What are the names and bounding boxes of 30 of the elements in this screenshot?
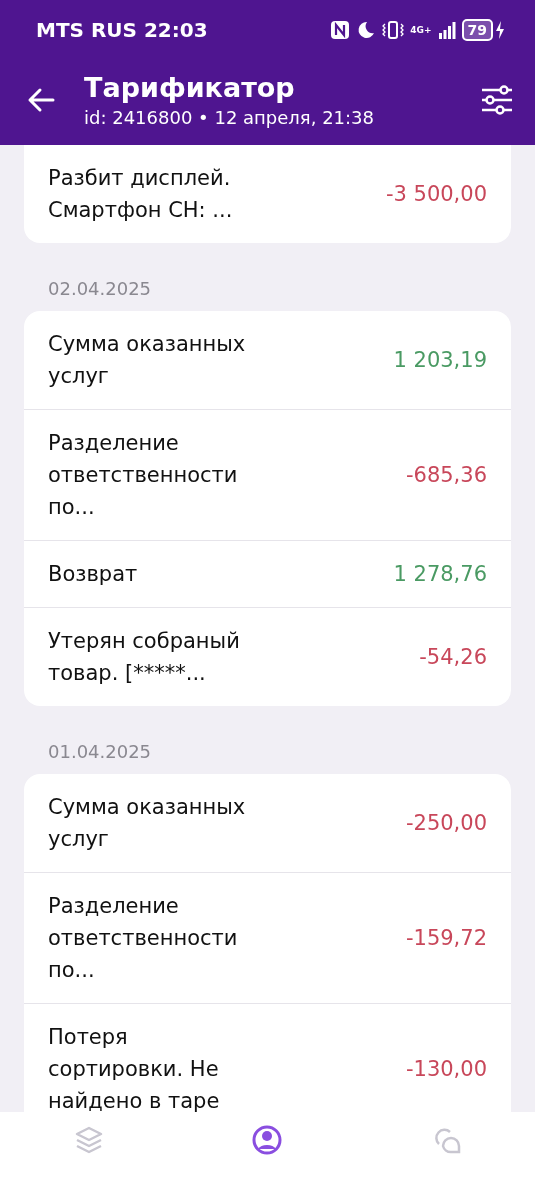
operation-title: Потеря сортировки. Не найдено в таре bbox=[48, 1024, 220, 1112]
operation-amount: -130,00 bbox=[405, 1056, 487, 1083]
operation-title: Разбит дисплей. Смартфон СН: ... bbox=[48, 165, 233, 224]
vibrate-icon bbox=[382, 19, 405, 40]
profile-icon[interactable] bbox=[251, 1124, 284, 1156]
operation-title: Сумма оказанных услуг bbox=[48, 331, 246, 390]
operation-amount: -159,72 bbox=[405, 925, 487, 952]
moon-icon bbox=[356, 19, 377, 40]
filter-icon[interactable] bbox=[479, 82, 515, 118]
charging-icon bbox=[495, 20, 505, 39]
operation-amount: -54,26 bbox=[419, 644, 487, 671]
operation-title: Утерян собраный товар. [*****... bbox=[48, 628, 240, 687]
screen-title: Тарификатор bbox=[84, 72, 296, 103]
date-heading: 01.04.2025 bbox=[47, 740, 153, 764]
operation-amount: 1 278,76 bbox=[393, 561, 487, 588]
signal-icon bbox=[437, 20, 456, 39]
carrier-time: MTS RUS 22:03 bbox=[36, 17, 209, 42]
nfc-icon bbox=[330, 19, 351, 40]
operation-amount: -250,00 bbox=[405, 810, 487, 837]
network-type: 4G+ bbox=[410, 24, 432, 35]
operation-title: Сумма оказанных услуг bbox=[48, 794, 246, 853]
screen-subtitle: id: 2416800 • 12 апреля, 21:38 bbox=[84, 107, 375, 128]
date-heading: 02.04.2025 bbox=[47, 277, 153, 301]
operation-amount: 1 203,19 bbox=[393, 347, 487, 374]
operation-amount: -685,36 bbox=[405, 462, 487, 489]
battery-level: 79 bbox=[461, 18, 493, 41]
operation-amount: -3 500,00 bbox=[385, 181, 487, 208]
operation-title: Возврат bbox=[48, 561, 138, 588]
operation-title: Разделение ответственности по... bbox=[48, 893, 238, 984]
operation-title: Разделение ответственности по... bbox=[48, 430, 238, 521]
